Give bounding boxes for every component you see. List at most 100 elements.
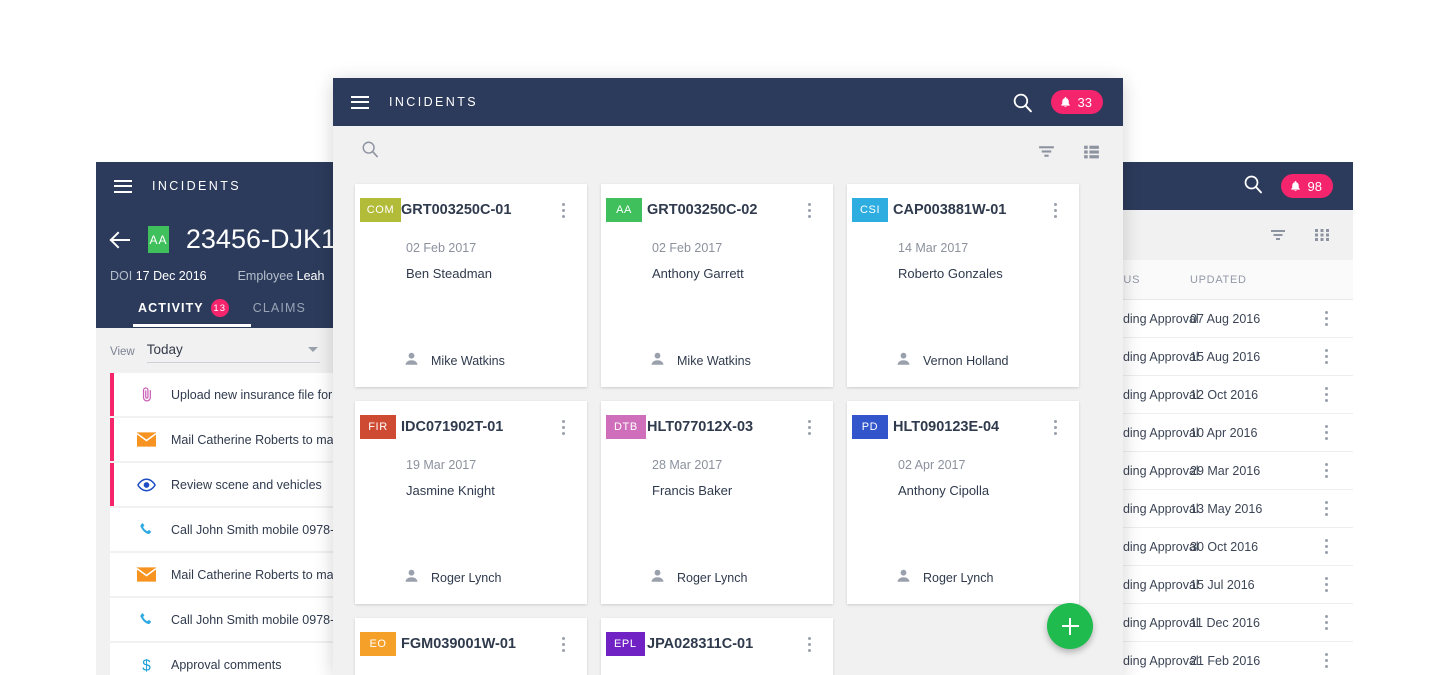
- left-incident-detail-panel: INCIDENTS AA 23456-DJK1 DOI 17 Dec 2016 …: [96, 162, 336, 675]
- activity-item[interactable]: Upload new insurance file for: [110, 373, 336, 416]
- main-incidents-panel: INCIDENTS 33 COM GRT003250C-01 02 Feb 20…: [333, 78, 1123, 675]
- row-actions[interactable]: [1300, 311, 1353, 326]
- kebab-menu-icon[interactable]: [1054, 419, 1057, 435]
- activity-item[interactable]: Mail Catherine Roberts to mal: [110, 418, 336, 461]
- filter-icon[interactable]: [1269, 226, 1287, 244]
- kebab-menu-icon[interactable]: [562, 636, 565, 652]
- table-row[interactable]: nding Approval 29 Mar 2016: [1110, 452, 1353, 490]
- incident-type-chip: EO: [360, 632, 396, 656]
- tab-claims[interactable]: CLAIMS: [253, 301, 306, 315]
- tab-activity[interactable]: ACTIVITY 13: [138, 299, 229, 317]
- right-panel-toolbar: [1110, 210, 1353, 260]
- search-icon[interactable]: [1243, 174, 1263, 199]
- add-incident-fab[interactable]: [1047, 603, 1093, 649]
- table-row[interactable]: nding Approval 07 Aug 2016: [1110, 300, 1353, 338]
- table-row[interactable]: nding Approval 10 Apr 2016: [1110, 414, 1353, 452]
- search-icon: [361, 140, 379, 163]
- kebab-menu-icon[interactable]: [1054, 202, 1057, 218]
- row-actions[interactable]: [1300, 463, 1353, 478]
- row-actions[interactable]: [1300, 425, 1353, 440]
- kebab-menu-icon[interactable]: [1325, 653, 1328, 668]
- person-icon: [404, 568, 419, 588]
- row-actions[interactable]: [1300, 653, 1353, 668]
- incident-card[interactable]: CSI CAP003881W-01 14 Mar 2017 Roberto Gonza…: [847, 184, 1079, 387]
- incident-card[interactable]: EOFGM039001W-0109 Apr 2017: [355, 618, 587, 675]
- notification-badge[interactable]: 33: [1050, 90, 1103, 114]
- kebab-menu-icon[interactable]: [562, 419, 565, 435]
- activity-item[interactable]: Review scene and vehicles: [110, 463, 336, 506]
- incident-card[interactable]: EPLJPA028311C-0110 Apr 2017: [601, 618, 833, 675]
- search-input[interactable]: [391, 143, 691, 159]
- kebab-menu-icon[interactable]: [1325, 425, 1328, 440]
- table-row[interactable]: nding Approval 13 May 2016: [1110, 490, 1353, 528]
- kebab-menu-icon[interactable]: [808, 636, 811, 652]
- view-select[interactable]: Today: [146, 342, 320, 363]
- incident-card[interactable]: AA GRT003250C-02 02 Feb 2017 Anthony Garret…: [601, 184, 833, 387]
- filter-icon[interactable]: [1037, 142, 1056, 161]
- row-actions[interactable]: [1300, 539, 1353, 554]
- kebab-menu-icon[interactable]: [1325, 311, 1328, 326]
- kebab-menu-icon[interactable]: [1325, 387, 1328, 402]
- card-person-name: Francis Baker: [652, 483, 733, 498]
- activity-item-label: Call John Smith mobile 0978-: [171, 522, 335, 537]
- bell-icon: [1289, 180, 1302, 193]
- card-assignee-name: Roger Lynch: [677, 571, 748, 585]
- incident-type-chip: FIR: [360, 415, 396, 439]
- mail-icon: [133, 432, 159, 447]
- activity-item[interactable]: Call John Smith mobile 0978-: [110, 598, 336, 641]
- list-view-icon[interactable]: [1082, 142, 1101, 161]
- table-row[interactable]: nding Approval 21 Feb 2016: [1110, 642, 1353, 675]
- card-header: CSI CAP003881W-01: [847, 184, 1079, 222]
- table-row[interactable]: nding Approval 11 Dec 2016: [1110, 604, 1353, 642]
- table-row[interactable]: nding Approval 15 Aug 2016: [1110, 338, 1353, 376]
- kebab-menu-icon[interactable]: [1325, 501, 1328, 516]
- hamburger-icon[interactable]: [351, 95, 369, 109]
- notification-badge[interactable]: 98: [1280, 174, 1333, 198]
- incident-card[interactable]: COM GRT003250C-01 02 Feb 2017 Ben Steadman M…: [355, 184, 587, 387]
- row-actions[interactable]: [1300, 577, 1353, 592]
- activity-item[interactable]: $ Approval comments: [110, 643, 336, 675]
- grid-view-icon[interactable]: [1313, 226, 1331, 244]
- mail-icon: [133, 567, 159, 582]
- kebab-menu-icon[interactable]: [1325, 615, 1328, 630]
- row-actions[interactable]: [1300, 501, 1353, 516]
- row-actions[interactable]: [1300, 349, 1353, 364]
- incident-reference: FGM039001W-01: [401, 636, 516, 652]
- view-filter-row: View Today: [96, 328, 336, 363]
- kebab-menu-icon[interactable]: [1325, 577, 1328, 592]
- kebab-menu-icon[interactable]: [1325, 349, 1328, 364]
- main-appbar: INCIDENTS 33: [333, 78, 1123, 126]
- activity-item[interactable]: Call John Smith mobile 0978-: [110, 508, 336, 551]
- search-field-wrapper[interactable]: [361, 140, 1011, 163]
- back-arrow-icon[interactable]: [110, 229, 132, 251]
- column-header-updated: UPDATED: [1190, 273, 1247, 286]
- cell-updated: 13 May 2016: [1190, 501, 1263, 516]
- table-row[interactable]: nding Approval 15 Jul 2016: [1110, 566, 1353, 604]
- cell-updated: 30 Oct 2016: [1190, 539, 1259, 554]
- view-select-value: Today: [146, 342, 183, 357]
- notification-count: 98: [1307, 178, 1322, 194]
- activity-item[interactable]: Mail Catherine Roberts to mal: [110, 553, 336, 596]
- incident-card[interactable]: DTB HLT077012X-03 28 Mar 2017 Francis Baker…: [601, 401, 833, 604]
- row-actions[interactable]: [1300, 387, 1353, 402]
- bell-icon: [1059, 96, 1072, 109]
- kebab-menu-icon[interactable]: [562, 202, 565, 218]
- row-actions[interactable]: [1300, 615, 1353, 630]
- table-row[interactable]: nding Approval 12 Oct 2016: [1110, 376, 1353, 414]
- search-icon[interactable]: [1012, 92, 1033, 113]
- card-person-name: Anthony Cipolla: [898, 483, 990, 498]
- card-header: COM GRT003250C-01: [355, 184, 587, 222]
- dollar-icon: $: [133, 656, 159, 674]
- kebab-menu-icon[interactable]: [808, 419, 811, 435]
- cell-updated: 15 Aug 2016: [1190, 349, 1261, 364]
- table-header-row: TUS UPDATED: [1110, 260, 1353, 300]
- hamburger-icon[interactable]: [114, 179, 132, 193]
- kebab-menu-icon[interactable]: [1325, 539, 1328, 554]
- incident-card[interactable]: FIR IDC071902T-01 19 Mar 2017 Jasmine Knigh…: [355, 401, 587, 604]
- card-assignee: Mike Watkins: [355, 351, 505, 371]
- table-row[interactable]: nding Approval 30 Oct 2016: [1110, 528, 1353, 566]
- kebab-menu-icon[interactable]: [1325, 463, 1328, 478]
- kebab-menu-icon[interactable]: [808, 202, 811, 218]
- card-date: 02 Feb 2017: [406, 241, 477, 255]
- incident-card[interactable]: PD HLT090123E-04 02 Apr 2017 Anthony Cipoll…: [847, 401, 1079, 604]
